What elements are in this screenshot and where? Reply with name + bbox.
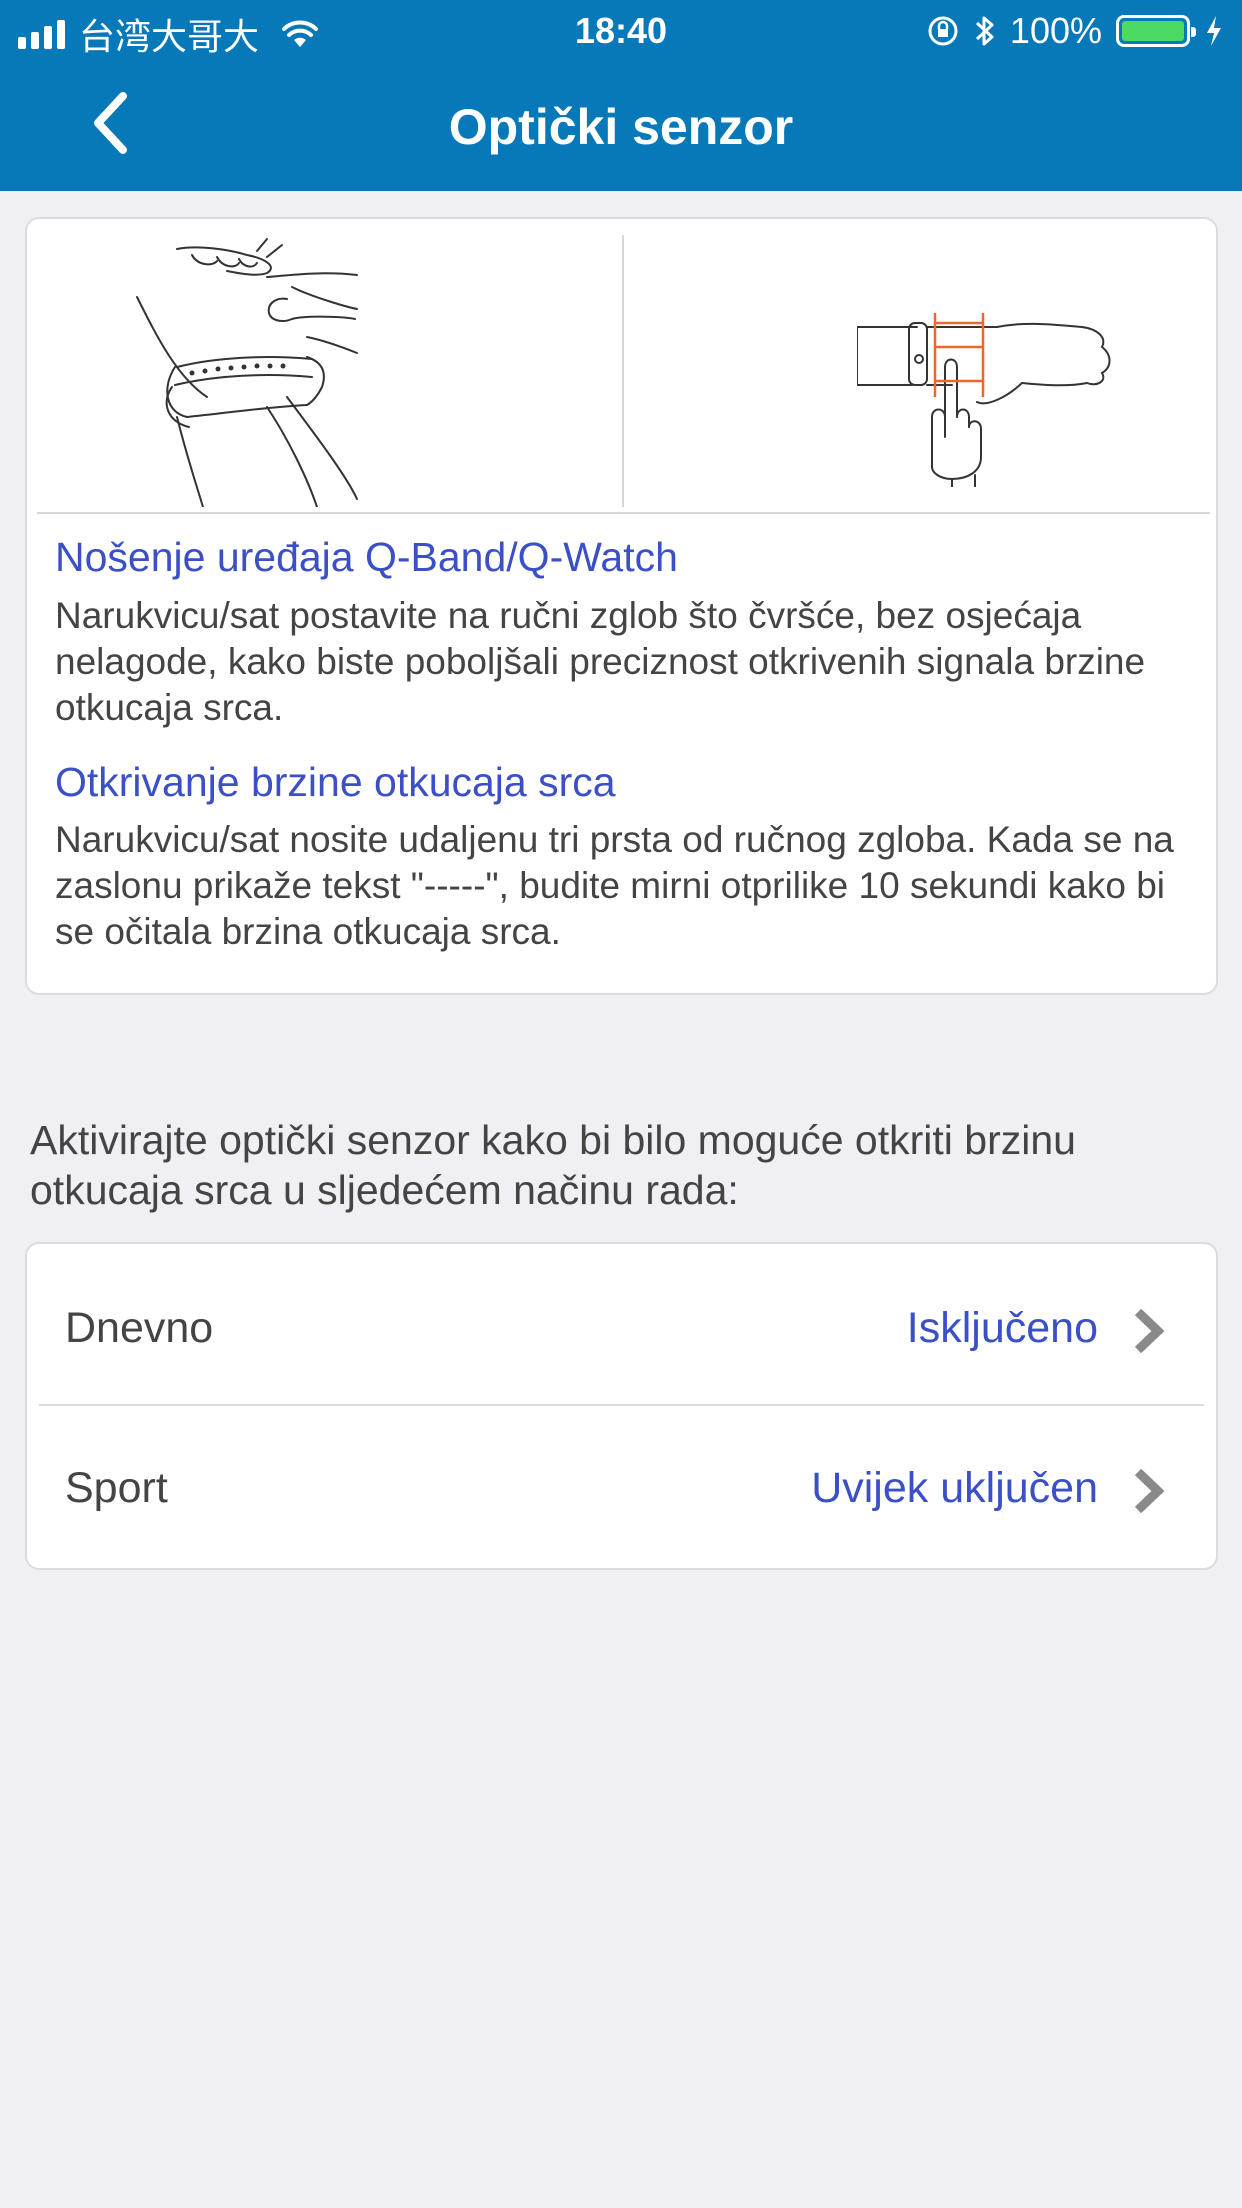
mode-row-sport[interactable]: Sport Uvijek uključen <box>27 1404 1216 1554</box>
illustration-row <box>37 227 1210 514</box>
mode-list: Dnevno Isključeno Sport Uvijek uključen <box>25 1242 1218 1570</box>
wearing-band-illustration <box>136 238 358 507</box>
charging-icon <box>1207 16 1221 46</box>
section-body-wearing: Narukvicu/sat postavite na ručni zglob š… <box>55 595 1146 728</box>
mode-value: Uvijek uključen <box>811 1464 1098 1512</box>
mode-description: Aktivirajte optički senzor kako bi bilo … <box>30 1117 1076 1213</box>
chevron-right-icon <box>1134 1468 1165 1514</box>
battery-percent: 100% <box>1009 10 1102 51</box>
illustration-divider <box>622 235 624 507</box>
battery-icon <box>1116 15 1196 47</box>
mode-label: Sport <box>65 1464 168 1512</box>
header: 台湾大哥大 18:40 100% Optički senzor <box>0 0 1242 191</box>
nav-bar: Optički senzor <box>0 62 1242 191</box>
info-card: Nošenje uređaja Q-Band/Q-Watch Narukvicu… <box>25 217 1218 995</box>
page-title: Optički senzor <box>448 99 794 155</box>
mode-value: Isključeno <box>906 1304 1098 1352</box>
mode-row-daily[interactable]: Dnevno Isključeno <box>27 1244 1216 1394</box>
rotation-lock-icon <box>928 16 958 46</box>
battery-level <box>1122 21 1184 41</box>
chevron-right-icon <box>1134 1308 1165 1354</box>
mode-label: Dnevno <box>65 1304 214 1352</box>
section-title-detection: Otkrivanje brzine otkucaja srca <box>55 759 616 805</box>
section-title-wearing: Nošenje uređaja Q-Band/Q-Watch <box>55 534 678 580</box>
section-body-detection: Narukvicu/sat nosite udaljenu tri prsta … <box>55 819 1174 952</box>
bluetooth-icon <box>975 16 994 46</box>
status-bar: 台湾大哥大 18:40 100% <box>0 0 1242 62</box>
finger-distance-illustration <box>857 313 1111 487</box>
